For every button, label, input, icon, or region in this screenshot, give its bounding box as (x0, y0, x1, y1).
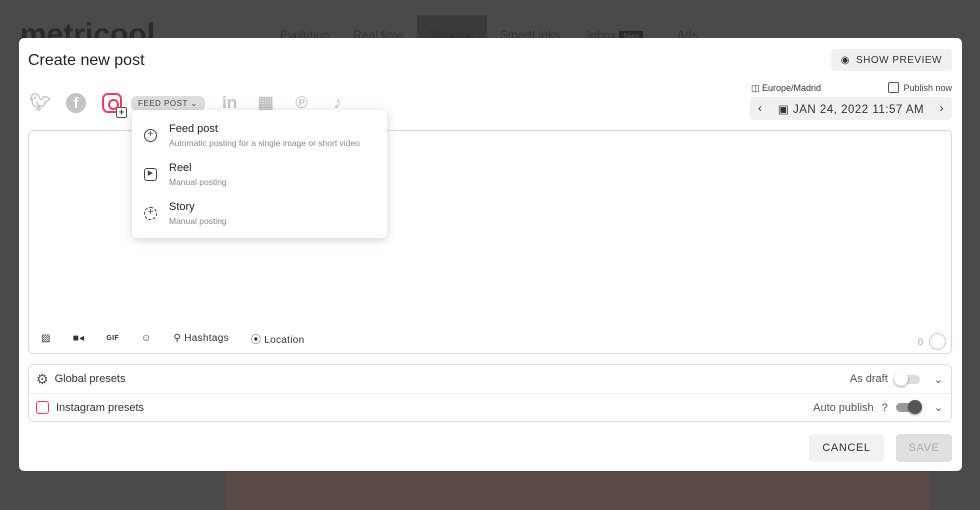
timezone-label: Europe/Madrid (762, 83, 822, 93)
presets-panel: ⚙ Global presets As draft ⌄ Instagram pres… (28, 364, 952, 422)
instagram-icon[interactable]: + (101, 92, 127, 118)
timezone[interactable]: ◫ Europe/Madrid (751, 83, 821, 94)
checkbox-icon (888, 82, 900, 93)
pin-icon: ⦿ (250, 335, 265, 346)
auto-publish-toggle[interactable] (895, 400, 922, 414)
modal-title: Create new post (28, 52, 145, 69)
eye-icon: ◉ (840, 54, 850, 66)
image-icon[interactable]: ▨ (41, 333, 51, 344)
twitter-icon[interactable]: 🐦︎ (29, 92, 51, 114)
chevron-left-icon[interactable]: ‹ (758, 103, 762, 115)
preset-label: Global presets (54, 373, 126, 385)
cancel-button[interactable]: CANCEL (809, 434, 884, 462)
chevron-down-icon[interactable]: ⌄ (934, 373, 943, 386)
help-icon[interactable]: ? (882, 402, 888, 414)
gif-button[interactable]: GIF (106, 335, 119, 342)
date-text: JAN 24, 2022 11:57 AM (792, 103, 925, 116)
progress-ring-icon (929, 333, 946, 350)
reel-icon: ▶ (144, 168, 157, 181)
search-icon: ⚲ (173, 333, 185, 344)
menu-item-title: Reel (169, 162, 192, 174)
chevron-right-icon[interactable]: › (940, 103, 944, 115)
menu-item-subtitle: Automatic posting for a single image or … (169, 138, 360, 148)
create-post-modal: Create new post ◉ SHOW PREVIEW 🐦︎ f + FEE… (19, 38, 962, 471)
as-draft-toggle[interactable] (893, 371, 920, 386)
globe-icon: ◫ (751, 83, 763, 93)
preset-label: Instagram presets (56, 401, 145, 414)
date-value: ▣ JAN 24, 2022 11:57 AM (778, 102, 924, 116)
location-label: Location (264, 335, 305, 346)
emoji-icon[interactable]: ☺ (141, 333, 152, 344)
gear-icon: ⚙ (36, 370, 49, 387)
save-button[interactable]: SAVE (896, 434, 952, 462)
instagram-presets-row[interactable]: Instagram presets Auto publish? ⌄ (29, 393, 951, 421)
publish-now-label: Publish now (903, 82, 952, 93)
facebook-icon[interactable]: f (65, 92, 87, 114)
char-count: 0 (917, 336, 923, 347)
story-icon: + (144, 207, 157, 220)
character-counter: 0 (918, 333, 946, 350)
menu-item-subtitle: Manual posting (169, 216, 227, 226)
post-type-dropdown[interactable]: FEED POST ⌄ (131, 95, 205, 111)
video-icon[interactable]: ■◂ (73, 333, 85, 344)
post-type-menu: + Feed post Automatic posting for a single… (132, 110, 387, 238)
as-draft-label: As draft (849, 373, 888, 385)
chevron-down-icon: ⌄ (190, 98, 198, 108)
hashtags-button[interactable]: ⚲ Hashtags (174, 333, 229, 344)
editor-toolbar: ▨ ■◂ GIF ☺ ⚲ Hashtags ⦿ Location (41, 331, 304, 346)
plus-circle-icon: + (144, 129, 157, 142)
menu-item-feed-post[interactable]: + Feed post Automatic posting for a single… (132, 120, 387, 159)
show-preview-label: SHOW PREVIEW (855, 54, 942, 66)
menu-item-title: Feed post (169, 123, 218, 135)
location-button[interactable]: ⦿ Location (251, 331, 305, 346)
add-icon: + (116, 107, 127, 118)
publish-now-checkbox[interactable]: Publish now (888, 82, 952, 93)
menu-item-subtitle: Manual posting (169, 177, 227, 187)
instagram-icon (36, 401, 49, 414)
auto-publish-label: Auto publish (813, 401, 874, 414)
date-picker[interactable]: ‹ ▣ JAN 24, 2022 11:57 AM › (750, 97, 952, 120)
chevron-down-icon[interactable]: ⌄ (934, 401, 943, 414)
menu-item-story[interactable]: + Story Manual posting (132, 198, 387, 237)
menu-item-title: Story (169, 201, 195, 213)
show-preview-button[interactable]: ◉ SHOW PREVIEW (830, 49, 952, 71)
hashtags-label: Hashtags (184, 333, 229, 344)
background-calendar (225, 472, 930, 510)
calendar-icon: ▣ (777, 103, 793, 116)
post-type-label: FEED POST (138, 98, 188, 108)
menu-item-reel[interactable]: ▶ Reel Manual posting (132, 159, 387, 198)
global-presets-row[interactable]: ⚙ Global presets As draft ⌄ (29, 365, 951, 393)
